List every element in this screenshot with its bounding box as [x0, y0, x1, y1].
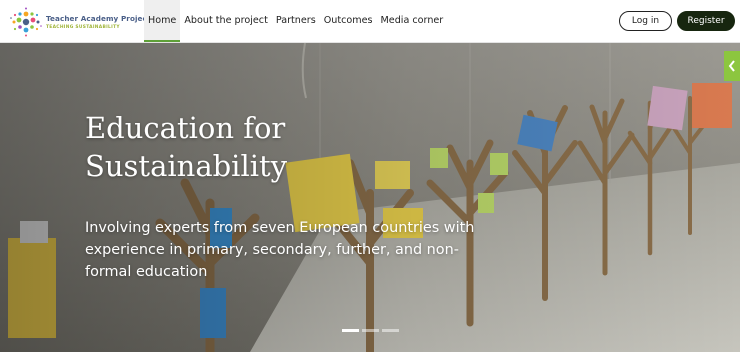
logo-subtitle: TEACHING SUSTAINABILITY	[46, 25, 120, 30]
nav-partners[interactable]: Partners	[272, 0, 320, 42]
chevron-left-icon	[728, 60, 735, 72]
carousel-dot[interactable]	[362, 329, 379, 332]
carousel-indicators	[342, 329, 399, 332]
site-header: Teacher Academy Project TEACHING SUSTAIN…	[0, 0, 740, 43]
hero-description: Involving experts from seven European co…	[85, 220, 475, 280]
side-panel-toggle[interactable]	[724, 51, 740, 81]
hero-title: Education for Sustainability	[85, 111, 288, 183]
main-nav: Home About the project Partners Outcomes…	[144, 0, 447, 42]
nav-home[interactable]: Home	[144, 0, 181, 42]
login-button[interactable]: Log in	[619, 11, 672, 31]
carousel-dot[interactable]	[382, 329, 399, 332]
logo-title: Teacher Academy Project	[46, 14, 151, 23]
dotted-circle-logo-icon	[10, 7, 42, 37]
nav-media-corner[interactable]: Media corner	[377, 0, 448, 42]
nav-outcomes[interactable]: Outcomes	[320, 0, 377, 42]
hero-carousel: Education for Sustainability Involving e…	[0, 43, 740, 352]
carousel-dot[interactable]	[342, 329, 359, 332]
nav-about-the-project[interactable]: About the project	[180, 0, 272, 42]
register-button[interactable]: Register	[677, 11, 735, 31]
site-logo[interactable]: Teacher Academy Project TEACHING SUSTAIN…	[8, 6, 150, 38]
hero-background-image	[0, 43, 740, 352]
